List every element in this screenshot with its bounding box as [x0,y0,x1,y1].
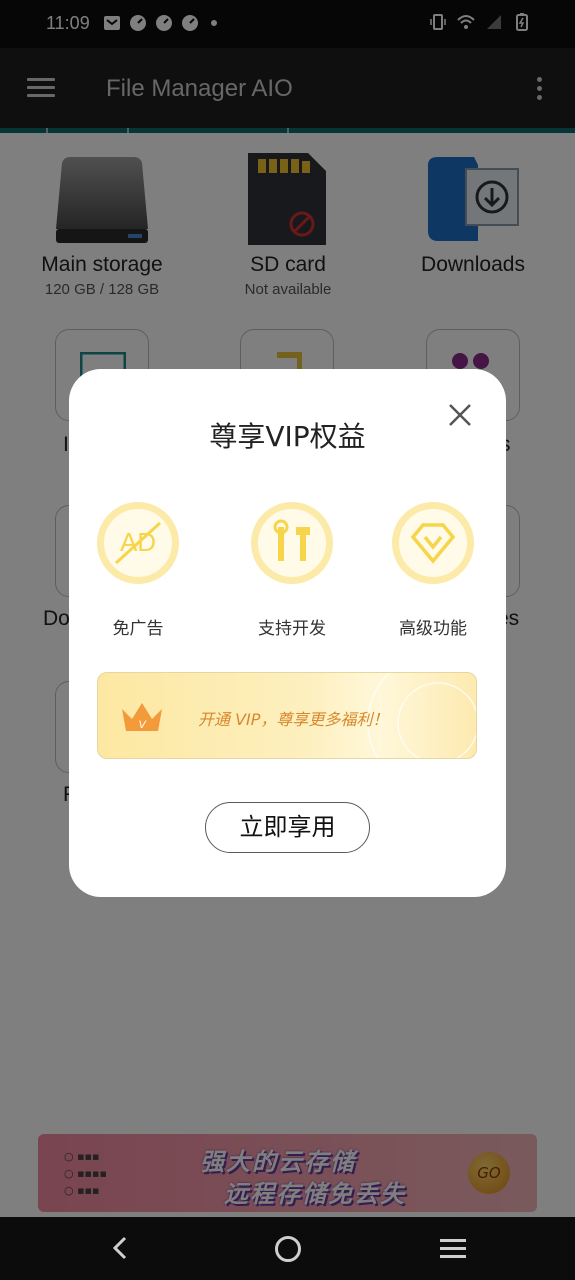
feature-no-ads-label: 免广告 [112,619,164,639]
feature-advanced: 高级功能 [368,502,498,639]
tools-icon [251,502,333,584]
dialog-title: 尊享VIP权益 [209,420,366,453]
close-icon[interactable] [447,402,473,428]
vip-dialog: 尊享VIP权益 AD 免广告 支持开发 高级功能 [69,369,506,897]
feature-support-dev-label: 支持开发 [258,619,326,639]
vip-banner-text: 开通 VIP，尊享更多福利！ [198,710,389,729]
enjoy-now-button[interactable]: 立即享用 [205,802,370,853]
vip-diamond-icon [392,502,474,584]
feature-advanced-label: 高级功能 [399,619,467,639]
no-ads-icon: AD [97,502,179,584]
feature-support-dev: 支持开发 [227,502,357,639]
vip-promo-banner[interactable]: V 开通 VIP，尊享更多福利！ [97,672,477,759]
home-icon[interactable] [275,1236,301,1262]
back-icon[interactable] [108,1235,134,1261]
crown-icon: V [122,703,162,731]
recents-icon[interactable] [440,1239,466,1259]
feature-no-ads: AD 免广告 [73,502,203,639]
navigation-bar [0,1217,575,1280]
